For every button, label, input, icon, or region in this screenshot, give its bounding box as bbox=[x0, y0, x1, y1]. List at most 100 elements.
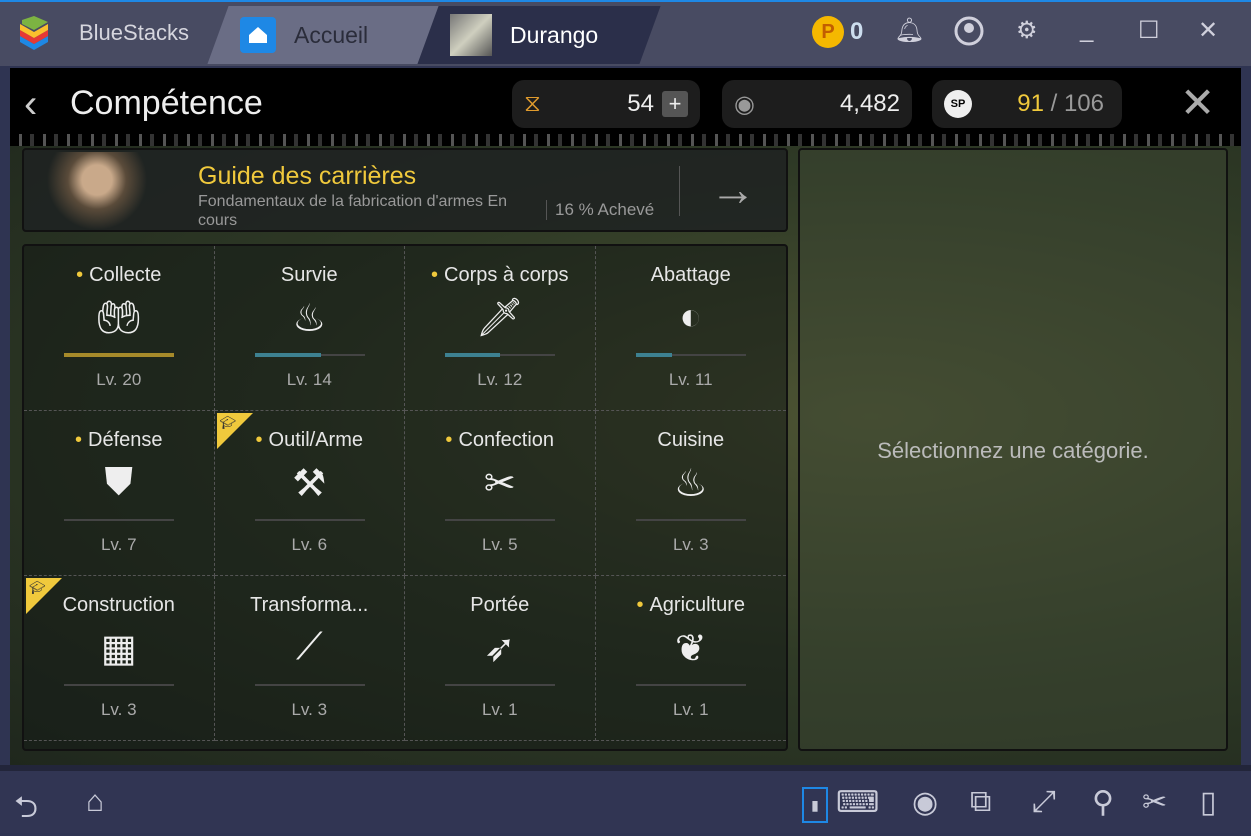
new-dot-icon: • bbox=[445, 429, 453, 451]
skill-progress-bar bbox=[254, 519, 365, 521]
skill-label: Outil/Arme bbox=[268, 429, 363, 451]
skill-name: • Confection bbox=[405, 429, 595, 452]
skill-name: Construction bbox=[24, 594, 214, 617]
tab-label: Accueil bbox=[294, 21, 369, 48]
skill-progress-bar bbox=[254, 684, 365, 686]
close-icon[interactable]: ✕ bbox=[1198, 16, 1218, 45]
skill-level: Lv. 3 bbox=[100, 700, 137, 719]
scissors-icon[interactable]: ✂ bbox=[1142, 785, 1167, 820]
skill-label: Portée bbox=[470, 594, 530, 616]
bottom-toolbar: ⮌ ⌂ ▮ ⌨ ◉ ⧉ ⤢ ⚲ ✂ ▯ bbox=[0, 765, 1251, 833]
durango-icon bbox=[450, 14, 492, 56]
coins[interactable]: P0 bbox=[812, 16, 863, 48]
skill-name: Cuisine bbox=[596, 429, 787, 452]
wood-icon: ⟋ bbox=[295, 626, 323, 668]
maximize-icon[interactable]: ☐ bbox=[1138, 16, 1160, 45]
arrow-right-icon[interactable]: → bbox=[710, 162, 756, 216]
skill-level: Lv. 11 bbox=[668, 370, 713, 389]
skill-cell[interactable]: Transforma... ⟋ Lv. 3 bbox=[214, 576, 405, 741]
skill-level: Lv. 12 bbox=[477, 370, 523, 389]
skill-points-counter: SP 91 / 106 bbox=[932, 80, 1122, 128]
guide-title: Guide des carrières bbox=[198, 162, 417, 190]
tab-accueil[interactable]: Accueil bbox=[207, 6, 449, 64]
currency-counter: ◉ 4,482 bbox=[722, 80, 912, 128]
skill-name: Survie bbox=[215, 264, 405, 287]
torn-edge bbox=[10, 134, 1241, 146]
header: ‹ Compétence ⧖ 54 + ◉ 4,482 SP 91 / 106 ✕ bbox=[10, 68, 1241, 146]
skill-progress-bar bbox=[445, 353, 555, 357]
fullscreen-icon[interactable]: ⤢ bbox=[1032, 785, 1056, 819]
skill-cell[interactable]: • Corps à corps 🗡︎ Lv. 12 bbox=[405, 246, 596, 411]
guide-progress: 16 % Achevé bbox=[546, 200, 654, 220]
minimize-icon[interactable]: _ bbox=[1080, 16, 1093, 44]
sp-current: 91 bbox=[1017, 90, 1044, 117]
energy-icon: ⧖ bbox=[524, 90, 541, 117]
skill-level: Lv. 5 bbox=[481, 535, 518, 554]
skill-cell[interactable]: 🎓︎ • Outil/Arme ⚒ Lv. 6 bbox=[214, 411, 405, 576]
skill-cell[interactable]: Portée ➶ Lv. 1 bbox=[405, 576, 596, 741]
career-guide-banner[interactable]: Guide des carrières Fondamentaux de la f… bbox=[22, 148, 788, 232]
skill-cell[interactable]: Cuisine ♨ Lv. 3 bbox=[595, 411, 787, 576]
skill-progress-bar bbox=[635, 519, 746, 521]
skill-cell[interactable]: Abattage ◐ Lv. 11 bbox=[595, 246, 787, 411]
keyboard-icon[interactable]: ⌨ bbox=[836, 785, 879, 820]
skill-label: Survie bbox=[280, 264, 338, 286]
skill-name: • Corps à corps bbox=[405, 264, 595, 287]
account-icon[interactable] bbox=[954, 16, 984, 46]
skill-progress-bar bbox=[64, 684, 174, 686]
skill-progress-fill bbox=[254, 353, 321, 357]
skill-level: Lv. 20 bbox=[96, 370, 142, 389]
home-icon[interactable]: ⌂ bbox=[86, 785, 104, 819]
skill-progress-bar bbox=[445, 519, 555, 521]
new-dot-icon: • bbox=[255, 429, 263, 451]
eye-icon[interactable]: ◉ bbox=[912, 785, 938, 820]
skill-label: Collecte bbox=[89, 264, 162, 286]
shake-icon[interactable]: ▯ bbox=[1200, 785, 1217, 820]
skill-name: Transforma... bbox=[215, 594, 405, 617]
skill-label: Défense bbox=[88, 429, 163, 451]
portrait-mode-icon[interactable]: ▮ bbox=[802, 787, 828, 823]
skill-progress-fill bbox=[64, 353, 174, 357]
skill-cell[interactable]: • Agriculture ❦ Lv. 1 bbox=[595, 576, 786, 741]
back-icon[interactable]: ⮌ bbox=[14, 785, 38, 836]
knife-icon: 🗡︎ bbox=[475, 297, 524, 339]
skill-cell[interactable]: • Collecte 🤲︎ Lv. 20 bbox=[24, 246, 215, 411]
sp-total: / 106 bbox=[1050, 90, 1104, 117]
anvil-icon: ⚒ bbox=[292, 463, 327, 505]
detail-panel: Sélectionnez une catégorie. bbox=[798, 148, 1228, 751]
bell-icon[interactable]: 🔔︎ bbox=[894, 16, 924, 45]
shield-icon: ⛊ bbox=[104, 461, 133, 503]
back-icon[interactable]: ‹ bbox=[24, 82, 37, 127]
energy-counter: ⧖ 54 + bbox=[512, 80, 700, 128]
skill-cell[interactable]: 🎓︎ Construction ▦ Lv. 3 bbox=[24, 576, 215, 741]
rotate-icon[interactable]: ⧉ bbox=[970, 785, 991, 819]
skill-name: • Collecte bbox=[24, 264, 214, 287]
tab-label: Durango bbox=[510, 21, 599, 48]
campfire-icon: ♨ bbox=[292, 298, 327, 340]
location-icon[interactable]: ⚲ bbox=[1092, 785, 1114, 820]
guide-subtitle: Fondamentaux de la fabrication d'armes E… bbox=[198, 193, 508, 229]
tab-durango[interactable]: Durango bbox=[417, 6, 661, 64]
skill-name: Abattage bbox=[596, 264, 787, 287]
skill-cell[interactable]: Survie ♨ Lv. 14 bbox=[214, 246, 405, 411]
skill-level: Lv. 1 bbox=[481, 700, 518, 719]
skill-cell[interactable]: • Confection ✂ Lv. 5 bbox=[405, 411, 596, 576]
add-energy-button[interactable]: + bbox=[662, 91, 688, 117]
new-dot-icon: • bbox=[430, 264, 438, 286]
gear-icon[interactable]: ⚙ bbox=[1016, 16, 1038, 45]
game-screen: ‹ Compétence ⧖ 54 + ◉ 4,482 SP 91 / 106 ✕ Gu… bbox=[10, 68, 1241, 765]
close-icon[interactable]: ✕ bbox=[1180, 78, 1215, 127]
skill-level: Lv. 6 bbox=[291, 535, 328, 554]
title-bar: BlueStacks Accueil Durango P0 🔔︎ ⚙ _ ☐ ✕ bbox=[0, 0, 1251, 66]
page-title: Compétence bbox=[70, 84, 263, 122]
skill-cell[interactable]: • Défense ⛊ Lv. 7 bbox=[24, 411, 215, 576]
meat-icon: ◐ bbox=[679, 296, 703, 338]
skill-label: Transforma... bbox=[250, 594, 369, 616]
cooking-pot-icon: ♨ bbox=[673, 463, 708, 505]
skill-level: Lv. 14 bbox=[286, 370, 332, 389]
brand-name: BlueStacks bbox=[79, 20, 190, 45]
gather-icon: 🤲︎ bbox=[94, 297, 143, 339]
skill-level: Lv. 7 bbox=[100, 535, 137, 554]
divider bbox=[679, 166, 680, 216]
coin-icon: P bbox=[812, 16, 844, 48]
